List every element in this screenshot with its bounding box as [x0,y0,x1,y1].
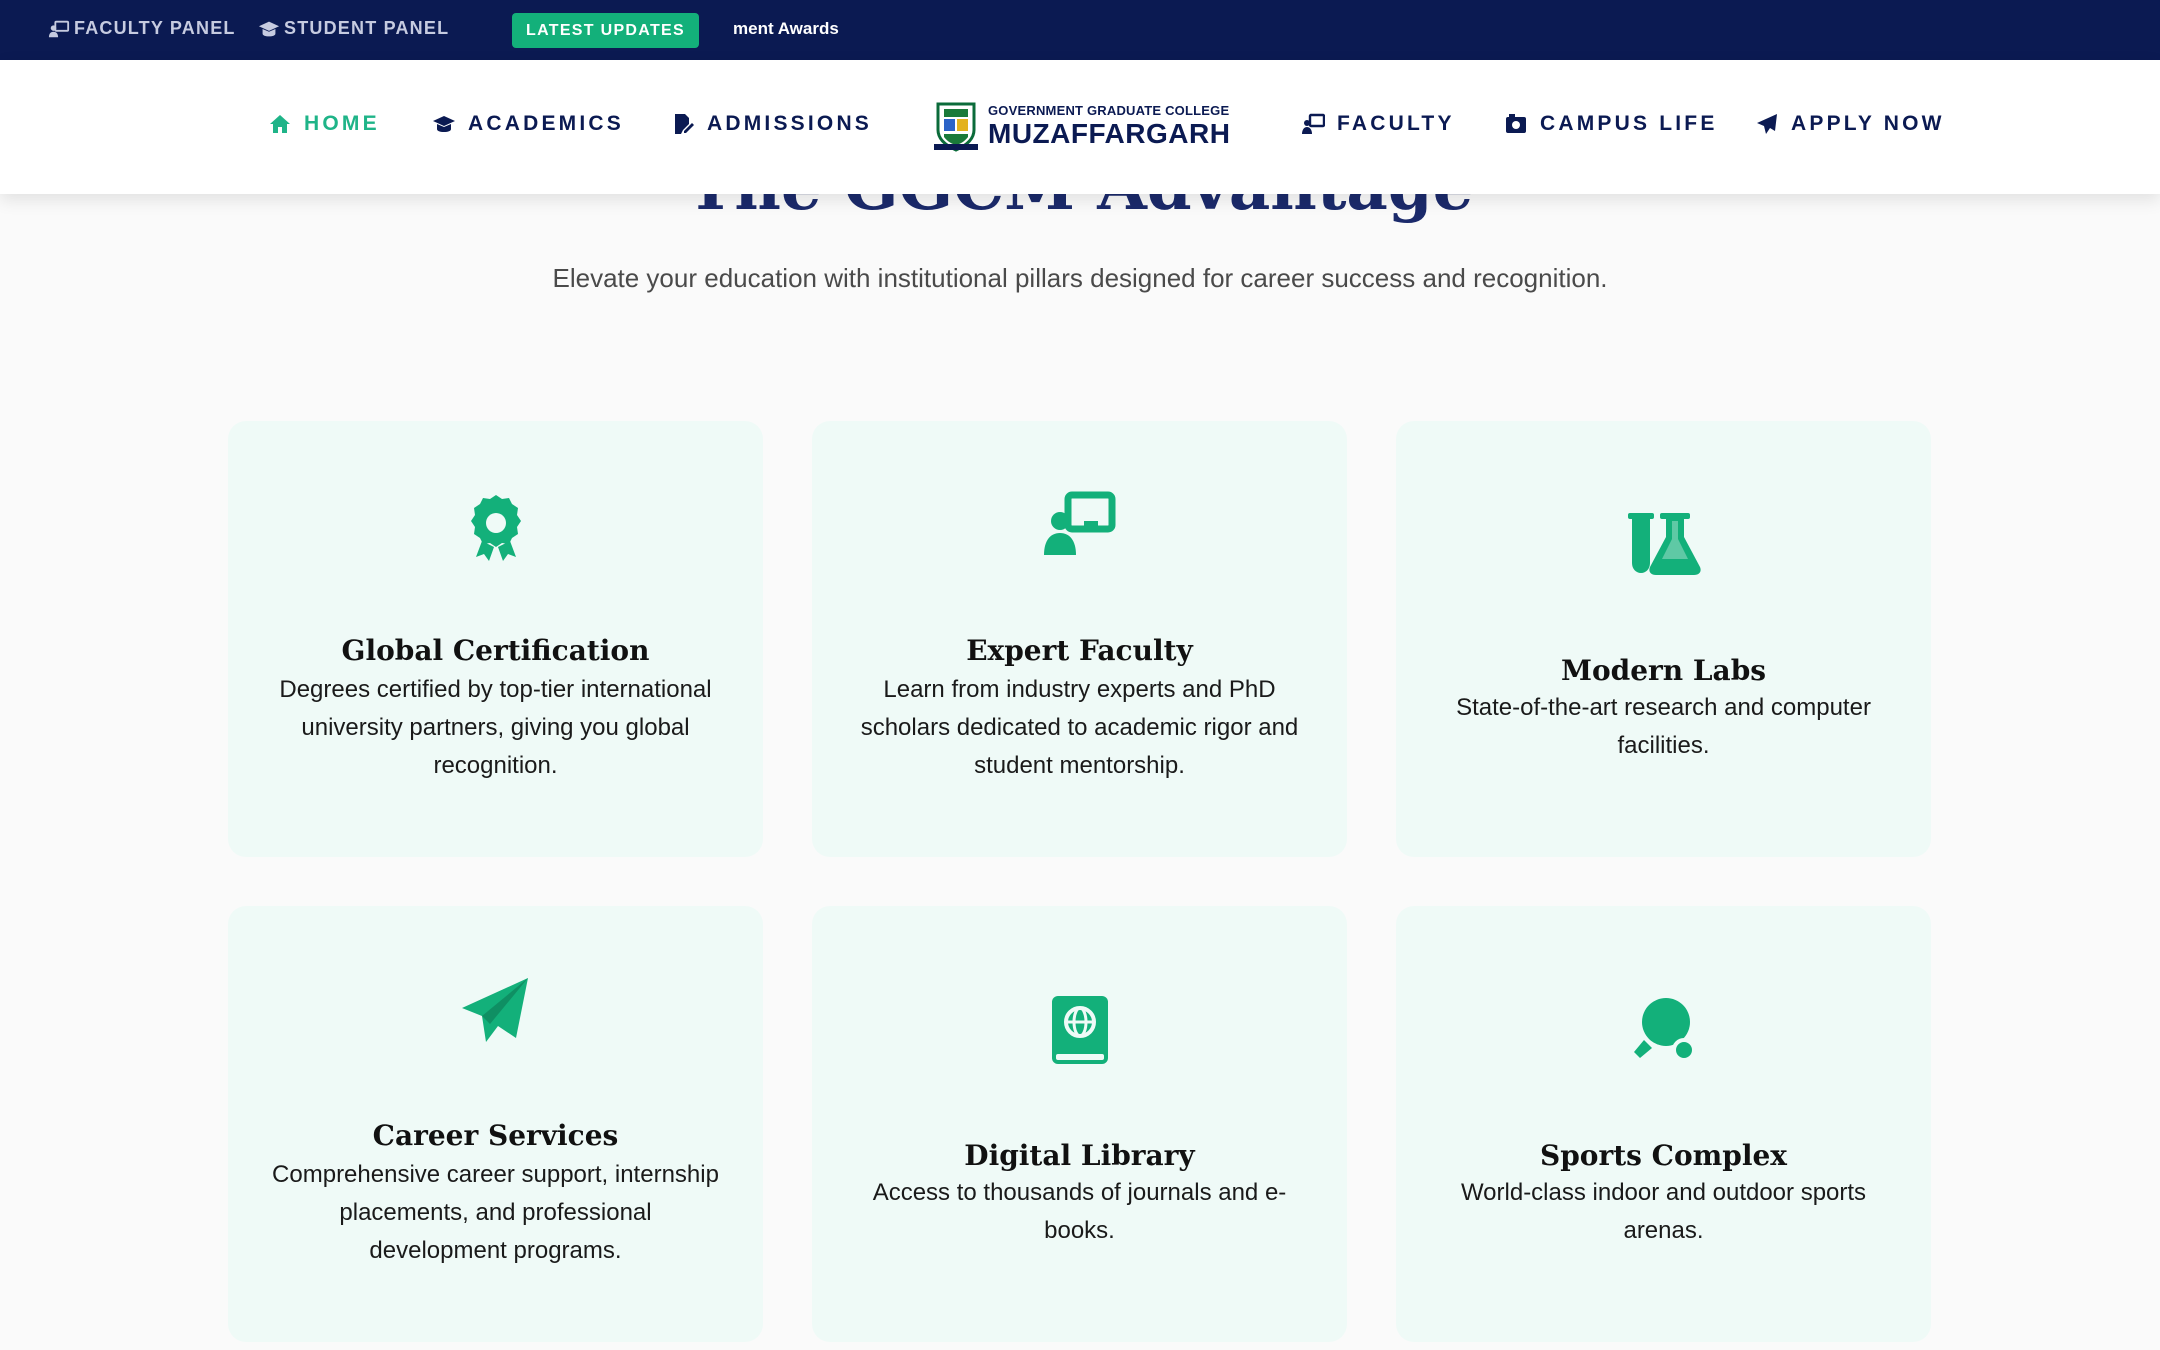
home-icon [270,115,290,133]
award-icon [470,495,521,561]
faculty-panel-label: FACULTY PANEL [74,18,236,38]
card-title: Modern Labs [1560,654,1767,687]
nav-academics-label: ACADEMICS [468,112,624,135]
main-nav: HOME ACADEMICS ADMISSIONS GOVERNMENT GRA… [0,60,2160,194]
table-tennis-icon [1633,998,1696,1062]
paper-plane-icon [461,978,528,1042]
card-title: Expert Faculty [966,634,1193,667]
student-panel-label: STUDENT PANEL [284,18,450,38]
student-panel-link[interactable]: STUDENT PANEL [258,18,449,39]
faculty-panel-link[interactable]: FACULTY PANEL [48,18,236,39]
feature-card-global-certification: Global Certification Degrees certified b… [228,421,763,857]
chalkboard-teacher-icon [1043,491,1115,555]
paper-plane-icon [1757,114,1777,134]
logo-title: MUZAFFARGARH [988,117,1231,149]
news-ticker[interactable]: ment Awards [733,19,839,39]
section-subtitle: Elevate your education with institutiona… [552,263,1608,293]
card-title: Digital Library [964,1139,1195,1172]
card-description: World-class indoor and outdoor sports ar… [1460,1179,1867,1244]
nav-faculty[interactable]: FACULTY [1301,112,1455,136]
chalkboard-icon [48,20,70,37]
logo-subtitle: GOVERNMENT GRADUATE COLLEGE [988,102,1230,118]
file-signature-icon [675,114,694,134]
nav-home[interactable]: HOME [268,112,380,136]
chalkboard-teacher-icon [1302,113,1325,134]
college-crest-icon [934,102,978,152]
nav-academics[interactable]: ACADEMICS [432,112,624,136]
card-title: Global Certification [341,634,650,667]
feature-card-career-services: Career Services Comprehensive career sup… [228,906,763,1342]
camera-icon [1506,114,1526,133]
card-title: Sports Complex [1540,1139,1787,1172]
nav-admissions-label: ADMISSIONS [707,112,873,135]
card-title: Career Services [372,1119,619,1152]
feature-card-expert-faculty: Expert Faculty Learn from industry exper… [812,421,1347,857]
flask-icon [1627,513,1701,575]
nav-apply-now[interactable]: APPLY NOW [1755,112,1945,136]
nav-admissions[interactable]: ADMISSIONS [671,112,872,136]
feature-card-modern-labs: Modern Labs State-of-the-art research an… [1396,421,1931,857]
nav-faculty-label: FACULTY [1337,112,1455,135]
nav-campus-life[interactable]: CAMPUS LIFE [1504,112,1718,136]
card-description: Degrees certified by top-tier internatio… [279,676,712,779]
atlas-book-icon [1051,996,1108,1064]
card-description: Comprehensive career support, internship… [272,1161,719,1264]
card-description: State-of-the-art research and computer f… [1456,694,1871,759]
feature-card-digital-library: Digital Library Access to thousands of j… [812,906,1347,1342]
nav-home-label: HOME [304,112,380,135]
latest-updates-badge: LATEST UPDATES [512,13,699,48]
graduation-cap-icon [433,116,455,132]
graduation-cap-icon [258,21,280,36]
card-description: Learn from industry experts and PhD scho… [860,676,1299,779]
nav-campus-life-label: CAMPUS LIFE [1540,112,1718,135]
top-bar: FACULTY PANEL STUDENT PANEL LATEST UPDAT… [0,0,2160,60]
college-logo[interactable]: GOVERNMENT GRADUATE COLLEGE MUZAFFARGARH [932,100,1230,152]
feature-card-sports-complex: Sports Complex World-class indoor and ou… [1396,906,1931,1342]
card-description: Access to thousands of journals and e-bo… [872,1179,1287,1244]
nav-apply-now-label: APPLY NOW [1791,112,1945,135]
